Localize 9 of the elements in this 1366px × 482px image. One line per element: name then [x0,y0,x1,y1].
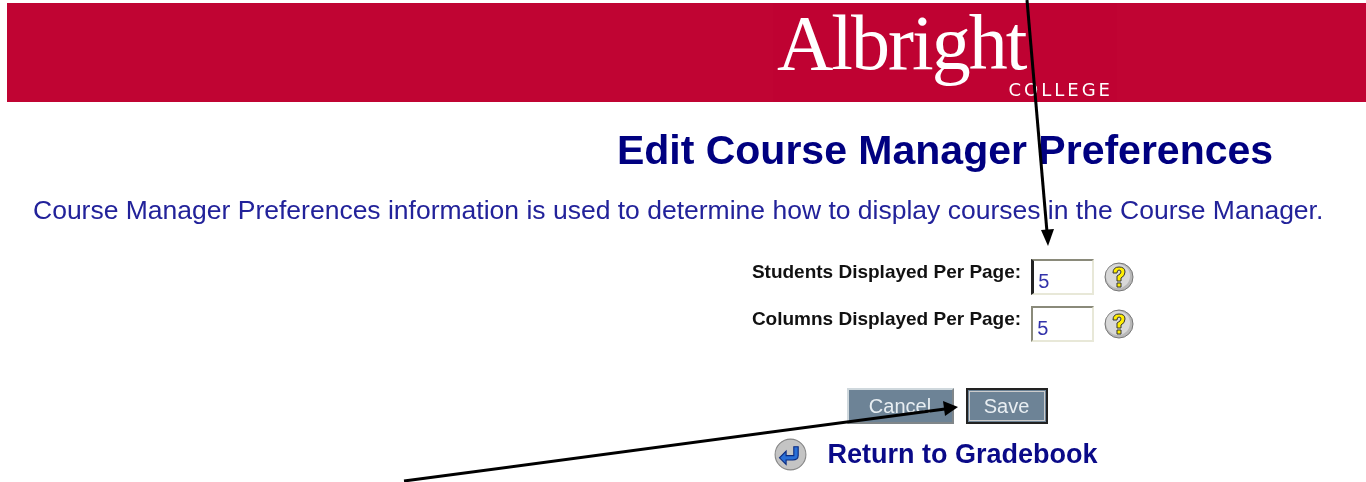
help-icon[interactable] [1104,309,1135,339]
number-field[interactable]: 5 [1031,259,1095,295]
page-title: Edit Course Manager Preferences [616,127,1274,173]
help-icon[interactable] [1104,262,1135,292]
return-link[interactable]: Return to Gradebook [827,439,1098,470]
description-text: Course Manager Preferences information is used to determine how to display courses in the Course Manager. [33,195,1325,225]
number-field[interactable]: 5 [1031,306,1095,342]
field-label: Columns Displayed Per Page: [751,308,1022,330]
field-label: Students Displayed Per Page: [751,261,1022,283]
